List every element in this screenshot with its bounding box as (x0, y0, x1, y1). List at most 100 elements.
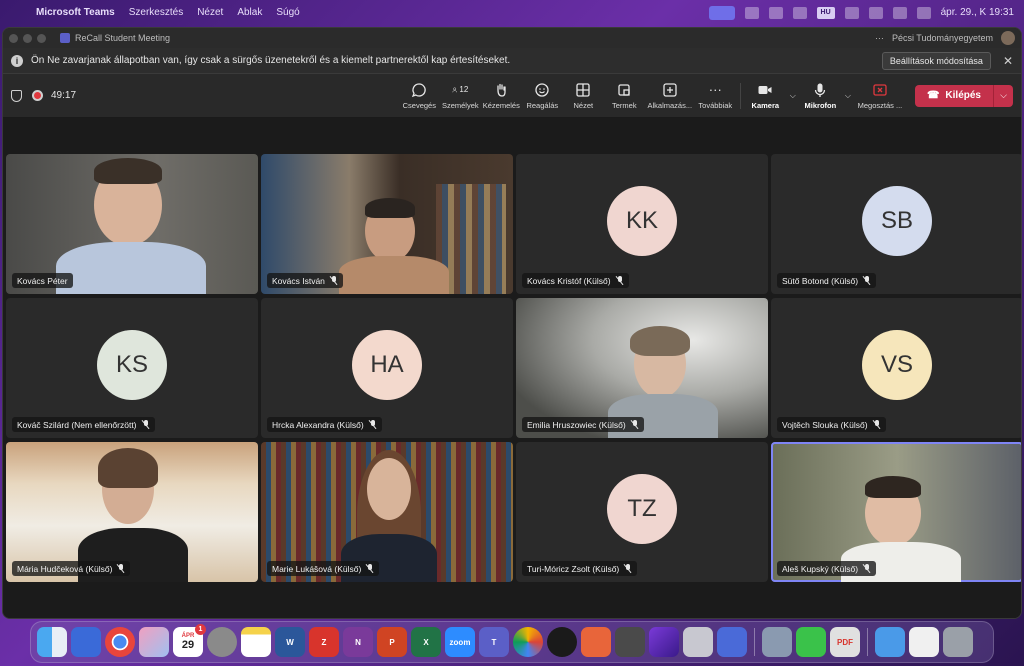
calculator-icon[interactable] (615, 627, 645, 657)
dnd-notice-banner: i Ön Ne zavarjanak állapotban van, így c… (3, 48, 1021, 74)
participant-name-tag: Vojtěch Slouka (Külső) (777, 417, 886, 432)
more-button[interactable]: ··· Továbbiak (695, 76, 736, 116)
menu-window[interactable]: Ablak (237, 7, 262, 18)
participant-tile-2[interactable]: Kovács István (261, 154, 513, 294)
battery-icon[interactable] (844, 6, 859, 19)
pdf-icon[interactable]: PDF (830, 627, 860, 657)
more-options-button[interactable]: ··· (875, 33, 884, 43)
dock-divider (867, 628, 868, 656)
organization-name[interactable]: Pécsi Tudományegyetem (892, 33, 993, 43)
chatgpt-icon[interactable] (547, 627, 577, 657)
people-button[interactable]: 12 Személyek (440, 76, 481, 116)
change-settings-button[interactable]: Beállítások módosítása (881, 51, 991, 70)
zotero-icon[interactable]: Z (309, 627, 339, 657)
camera-button[interactable]: Kamera (745, 76, 786, 116)
outlook-icon[interactable] (71, 627, 101, 657)
minimize-window-button[interactable] (23, 33, 32, 43)
wifi-icon[interactable] (868, 6, 883, 19)
vpn-icon[interactable] (768, 6, 783, 19)
finder-icon[interactable] (37, 627, 67, 657)
participant-tile-7[interactable]: Emilia Hruszowiec (Külső) (516, 298, 768, 438)
iphone-mirroring-icon[interactable] (683, 627, 713, 657)
mic-options-chevron-down-icon[interactable]: ⌵ (845, 91, 851, 101)
keyboard-layout-indicator[interactable]: HU (816, 6, 835, 19)
chat-button[interactable]: Csevegés (399, 76, 440, 116)
folder-icon[interactable] (875, 627, 905, 657)
preview-icon[interactable] (717, 627, 747, 657)
avatar: SB (862, 186, 932, 256)
info-icon: i (11, 54, 23, 67)
participant-tile-4[interactable]: SB Sütő Botond (Külső) (771, 154, 1021, 294)
dock-divider (754, 628, 755, 656)
participant-name-tag: Mária Hudčeková (Külső) (12, 561, 131, 576)
hang-up-icon: ☎ (926, 90, 940, 101)
recording-icon[interactable] (32, 90, 43, 101)
search-icon[interactable] (892, 6, 907, 19)
trash-icon[interactable] (943, 627, 973, 657)
onenote-icon[interactable]: N (343, 627, 373, 657)
menubar-clock[interactable]: ápr. 29., K 19:31 (941, 7, 1014, 18)
apple-icon[interactable] (10, 7, 22, 19)
notes-icon[interactable] (241, 627, 271, 657)
participant-tile-5[interactable]: KS Kováč Szilárd (Nem ellenőrzött) (6, 298, 258, 438)
apps-button[interactable]: Alkalmazás... (645, 76, 695, 116)
shield-icon[interactable] (11, 89, 22, 102)
toolbar-divider (739, 82, 741, 109)
meeting-timer: 49:17 (51, 90, 77, 101)
participant-tile-10[interactable]: Marie Lukášová (Külső) (261, 442, 513, 582)
excel-icon[interactable]: X (411, 627, 441, 657)
menu-app-name[interactable]: Microsoft Teams (36, 7, 115, 18)
calendar-badge: 1 (195, 624, 206, 635)
facetime-icon[interactable] (796, 627, 826, 657)
react-button[interactable]: Reagálás (522, 76, 563, 116)
menu-edit[interactable]: Szerkesztés (129, 7, 183, 18)
participant-tile-9[interactable]: Mária Hudčeková (Külső) (6, 442, 258, 582)
teams-status-icon[interactable] (744, 6, 759, 19)
powerpoint-icon[interactable]: P (377, 627, 407, 657)
rooms-button[interactable]: Termek (604, 76, 645, 116)
camera-options-chevron-down-icon[interactable]: ⌵ (790, 91, 796, 101)
launchpad-icon[interactable] (139, 627, 169, 657)
mic-off-icon (330, 276, 338, 285)
participant-tile-12[interactable]: Aleš Kupský (Külső) (771, 442, 1021, 582)
calendar-icon[interactable]: ÁPR 29 1 (173, 624, 206, 657)
leave-button[interactable]: ☎ Kilépés (914, 84, 993, 107)
screen-share-indicator-icon[interactable] (708, 5, 735, 20)
mic-off-icon (369, 420, 377, 429)
leave-options-chevron-down-icon[interactable]: ⌵ (993, 84, 1013, 107)
system-settings-icon[interactable] (207, 627, 237, 657)
word-icon[interactable]: W (275, 627, 305, 657)
mic-button[interactable]: Mikrofon (800, 76, 841, 116)
zoom-icon[interactable]: zoom (445, 627, 475, 657)
view-button[interactable]: Nézet (563, 76, 604, 116)
share-button[interactable]: Megosztás ... (855, 76, 905, 116)
control-center-icon[interactable] (916, 6, 931, 19)
close-icon[interactable]: ✕ (1003, 54, 1013, 68)
menu-help[interactable]: Súgó (276, 7, 299, 18)
shortcuts-icon[interactable] (649, 627, 679, 657)
document-stack-icon[interactable] (909, 627, 939, 657)
participant-tile-8[interactable]: VS Vojtěch Slouka (Külső) (771, 298, 1021, 438)
raise-hand-button[interactable]: Kézemelés (481, 76, 522, 116)
menu-view[interactable]: Nézet (197, 7, 223, 18)
zoom-window-button[interactable] (37, 33, 46, 43)
participant-tile-11[interactable]: TZ Turi-Móricz Zsolt (Külső) (516, 442, 768, 582)
dnd-notice-text: Ön Ne zavarjanak állapotban van, így csa… (31, 55, 511, 66)
close-window-button[interactable] (9, 33, 18, 43)
window-titlebar: ReCall Student Meeting ··· Pécsi Tudomán… (3, 28, 1021, 48)
chrome-icon[interactable] (105, 627, 135, 657)
scanner-icon[interactable] (581, 627, 611, 657)
participant-tile-6[interactable]: HA Hrcka Alexandra (Külső) (261, 298, 513, 438)
mic-off-icon (873, 420, 881, 429)
avatar[interactable] (1001, 31, 1015, 45)
teams-icon[interactable]: T (479, 627, 509, 657)
people-count: 12 (459, 85, 469, 94)
photos-icon[interactable] (513, 627, 543, 657)
mic-off-icon (863, 564, 871, 573)
font-icon[interactable] (792, 6, 807, 19)
leave-button-group: ☎ Kilépés ⌵ (914, 84, 1013, 107)
screenshot-app-icon[interactable] (762, 627, 792, 657)
participant-tile-3[interactable]: KK Kovács Kristóf (Külső) (516, 154, 768, 294)
participant-tile-1[interactable]: Kovács Péter (6, 154, 258, 294)
add-app-icon (662, 82, 678, 98)
